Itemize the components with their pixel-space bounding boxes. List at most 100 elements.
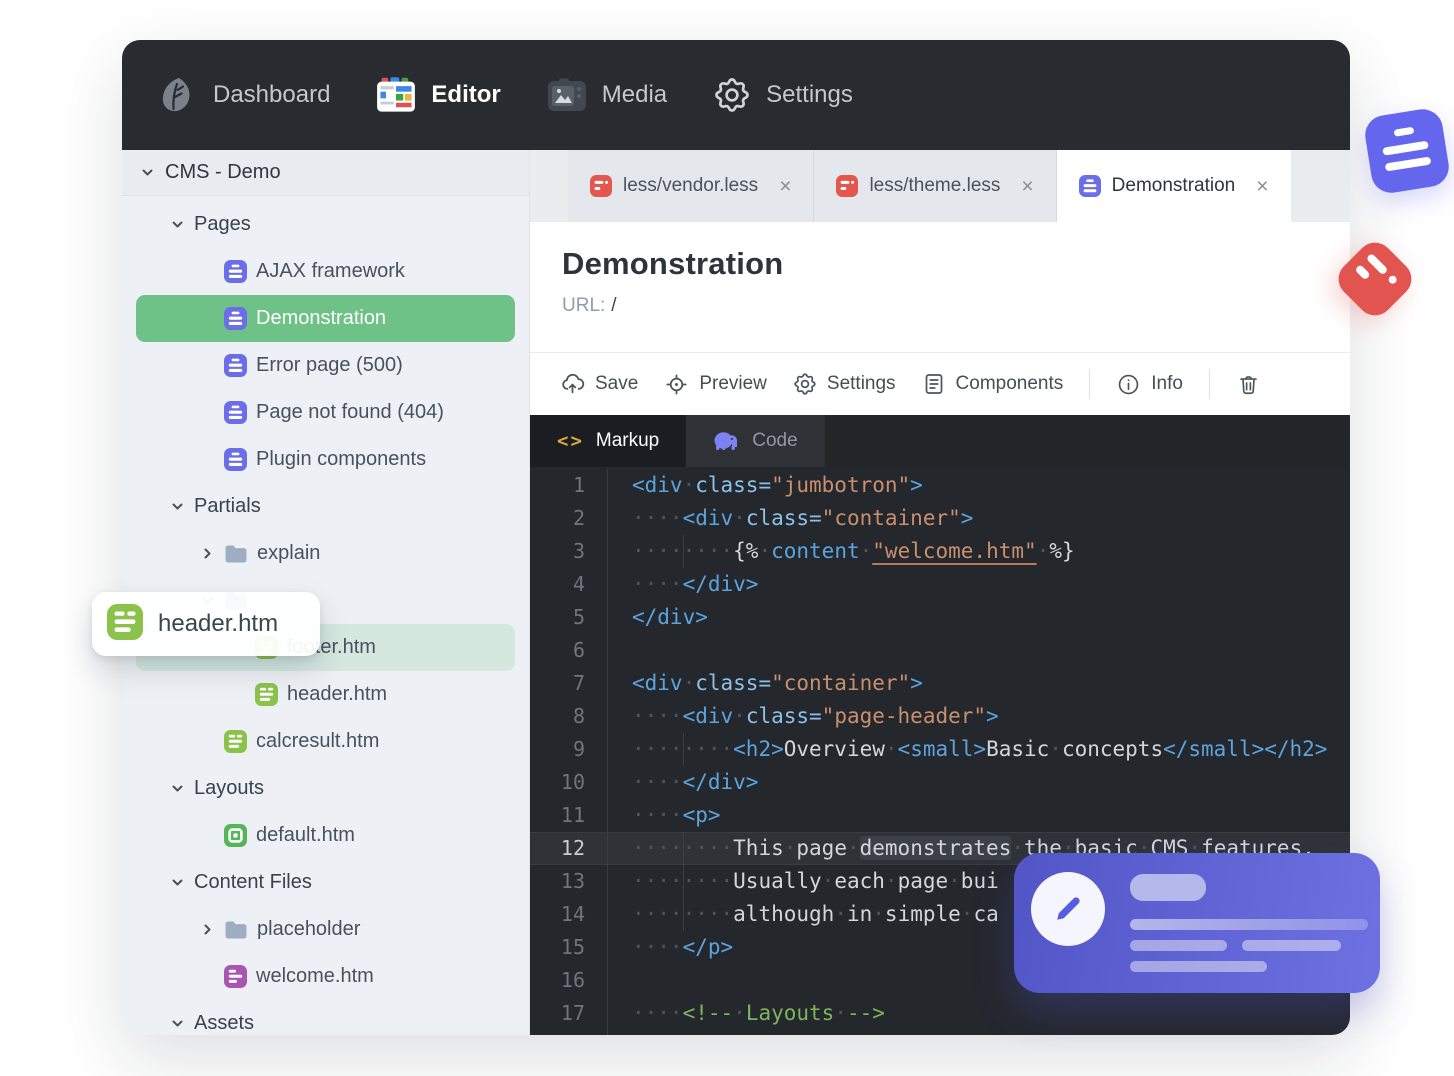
code-line[interactable]: 10 ····</div> bbox=[530, 766, 1350, 799]
sidebar-header[interactable]: CMS - Demo bbox=[122, 150, 529, 196]
code-line-content: ········{%·content·"welcome.htm"·%} bbox=[608, 535, 1350, 568]
sidebar-item-welcome-htm[interactable]: welcome.htm bbox=[136, 953, 515, 1000]
editor-tab-code[interactable]: Code bbox=[686, 415, 825, 467]
editor-tab-label: Markup bbox=[595, 430, 660, 451]
toolbar: Save Preview Settings Components Info bbox=[530, 352, 1350, 415]
code-line-content: <div·class="jumbotron"> bbox=[632, 473, 923, 497]
nav-item-label: Settings bbox=[766, 81, 853, 108]
code-line[interactable]: 3 ········{%·content·"welcome.htm"·%} bbox=[530, 535, 1350, 568]
preview-button[interactable]: Preview bbox=[664, 372, 767, 397]
tree-item-label: explain bbox=[257, 542, 321, 564]
tree-item-label: Layouts bbox=[194, 777, 265, 799]
save-icon bbox=[560, 372, 585, 397]
sidebar-folder-explain[interactable]: explain bbox=[136, 530, 515, 577]
nav-item-settings[interactable]: Settings bbox=[713, 76, 853, 114]
nav-item-label: Editor bbox=[431, 81, 501, 108]
skeleton-line bbox=[1130, 874, 1206, 901]
tab-demonstration[interactable]: Demonstration × bbox=[1056, 150, 1291, 222]
code-line[interactable]: 2 ····<div·class="container"> bbox=[530, 502, 1350, 535]
indent-guide bbox=[682, 733, 684, 766]
sidebar-item-header-htm[interactable]: header.htm bbox=[136, 671, 515, 718]
notification-card bbox=[1014, 853, 1380, 993]
line-number: 14 bbox=[530, 898, 608, 931]
indent-guide bbox=[682, 535, 684, 568]
sidebar-section-layouts[interactable]: Layouts bbox=[136, 765, 515, 812]
page-title: Demonstration bbox=[562, 246, 784, 281]
line-number: 10 bbox=[530, 766, 608, 799]
code-line[interactable]: 17 ····<!--·Layouts·--> bbox=[530, 997, 1350, 1030]
nav-item-dashboard[interactable]: Dashboard bbox=[158, 75, 330, 115]
close-icon[interactable]: × bbox=[779, 176, 791, 197]
tab-less-vendor-less[interactable]: less/vendor.less × bbox=[568, 150, 815, 222]
chevron-down-icon bbox=[140, 165, 155, 180]
line-number: 15 bbox=[530, 931, 608, 964]
code-line[interactable]: 1 <div·class="jumbotron"> bbox=[530, 469, 1350, 502]
code-line[interactable]: 18····<h2>Layouts</h2> bbox=[530, 1030, 1350, 1035]
drag-preview[interactable]: header.htm bbox=[92, 592, 320, 656]
nav-item-media[interactable]: Media bbox=[547, 78, 667, 112]
editor-icon bbox=[376, 77, 416, 113]
tree-item-label: Demonstration bbox=[256, 307, 387, 329]
code-line-content: ····<div·class="page-header"> bbox=[632, 704, 999, 728]
october-leaf-icon bbox=[158, 75, 198, 115]
code-line[interactable]: 6 bbox=[530, 634, 1350, 667]
toolbar-button-label: Components bbox=[955, 373, 1064, 394]
gear-icon bbox=[713, 76, 751, 114]
sidebar-item-page-not-found-404[interactable]: Page not found (404) bbox=[136, 389, 515, 436]
editor-tab-markup[interactable]: <> Markup bbox=[530, 415, 687, 467]
components-button[interactable]: Components bbox=[922, 372, 1064, 396]
line-number: 6 bbox=[530, 634, 608, 667]
tab-label: less/theme.less bbox=[869, 175, 1001, 196]
tree-item-label: AJAX framework bbox=[256, 260, 405, 282]
close-icon[interactable]: × bbox=[1021, 176, 1033, 197]
skeleton-line bbox=[1130, 961, 1267, 972]
sidebar-section-content-files[interactable]: Content Files bbox=[136, 859, 515, 906]
code-line[interactable]: 11 ····<p> bbox=[530, 799, 1350, 832]
tab-less-theme-less[interactable]: less/theme.less × bbox=[814, 150, 1057, 222]
code-line-content: ····<h2>Layouts</h2> bbox=[608, 1030, 1350, 1035]
line-number: 7 bbox=[530, 667, 608, 700]
partial-green-icon bbox=[255, 683, 278, 706]
page-purple-icon bbox=[1078, 175, 1101, 197]
close-icon[interactable]: × bbox=[1256, 176, 1268, 197]
partial-file-icon bbox=[107, 603, 143, 645]
line-number: 5 bbox=[530, 601, 608, 634]
line-number: 8 bbox=[530, 700, 608, 733]
nav-item-label: Media bbox=[601, 81, 668, 108]
code-line[interactable]: 5 </div> bbox=[530, 601, 1350, 634]
sidebar-item-demonstration[interactable]: Demonstration bbox=[136, 295, 515, 342]
layout-green-icon bbox=[224, 824, 247, 847]
nav-item-editor[interactable]: Editor bbox=[376, 77, 501, 113]
page-purple-icon bbox=[224, 260, 247, 283]
delete-button[interactable] bbox=[1236, 372, 1261, 397]
sidebar-item-calcresult-htm[interactable]: calcresult.htm bbox=[136, 718, 515, 765]
tree-item-label: welcome.htm bbox=[256, 965, 374, 987]
code-line[interactable]: 9 ········<h2>Overview·<small>Basic·conce… bbox=[530, 733, 1350, 766]
sidebar-folder-placeholder[interactable]: placeholder bbox=[136, 906, 515, 953]
sidebar-item-default-htm[interactable]: default.htm bbox=[136, 812, 515, 859]
tree-item-label: Content Files bbox=[194, 871, 312, 893]
line-number: 13 bbox=[530, 865, 608, 898]
toolbar-button-label: Preview bbox=[699, 373, 767, 394]
indent-guide bbox=[682, 898, 684, 931]
code-line[interactable]: 8 ····<div·class="page-header"> bbox=[530, 700, 1350, 733]
sidebar-item-error-page-500[interactable]: Error page (500) bbox=[136, 342, 515, 389]
page-purple-icon bbox=[224, 354, 247, 377]
sidebar-section-assets[interactable]: Assets bbox=[136, 1000, 515, 1035]
page-purple-icon bbox=[224, 448, 247, 471]
sidebar-item-plugin-components[interactable]: Plugin components bbox=[136, 436, 515, 483]
code-line[interactable]: 4 ····</div> bbox=[530, 568, 1350, 601]
code-line[interactable]: 7 <div·class="container"> bbox=[530, 667, 1350, 700]
code-line-content bbox=[608, 634, 1350, 667]
save-button[interactable]: Save bbox=[560, 372, 638, 397]
info-button[interactable]: Info bbox=[1116, 372, 1183, 397]
toolbar-divider bbox=[1089, 369, 1091, 399]
sidebar-section-partials[interactable]: Partials bbox=[136, 483, 515, 530]
line-number: 3 bbox=[530, 535, 608, 568]
trash-icon bbox=[1236, 372, 1261, 397]
settings-button[interactable]: Settings bbox=[793, 372, 896, 396]
sidebar-section-pages[interactable]: Pages bbox=[136, 201, 515, 248]
chev-right-icon bbox=[200, 546, 215, 561]
sidebar-item-ajax-framework[interactable]: AJAX framework bbox=[136, 248, 515, 295]
line-number: 12 bbox=[530, 832, 608, 865]
